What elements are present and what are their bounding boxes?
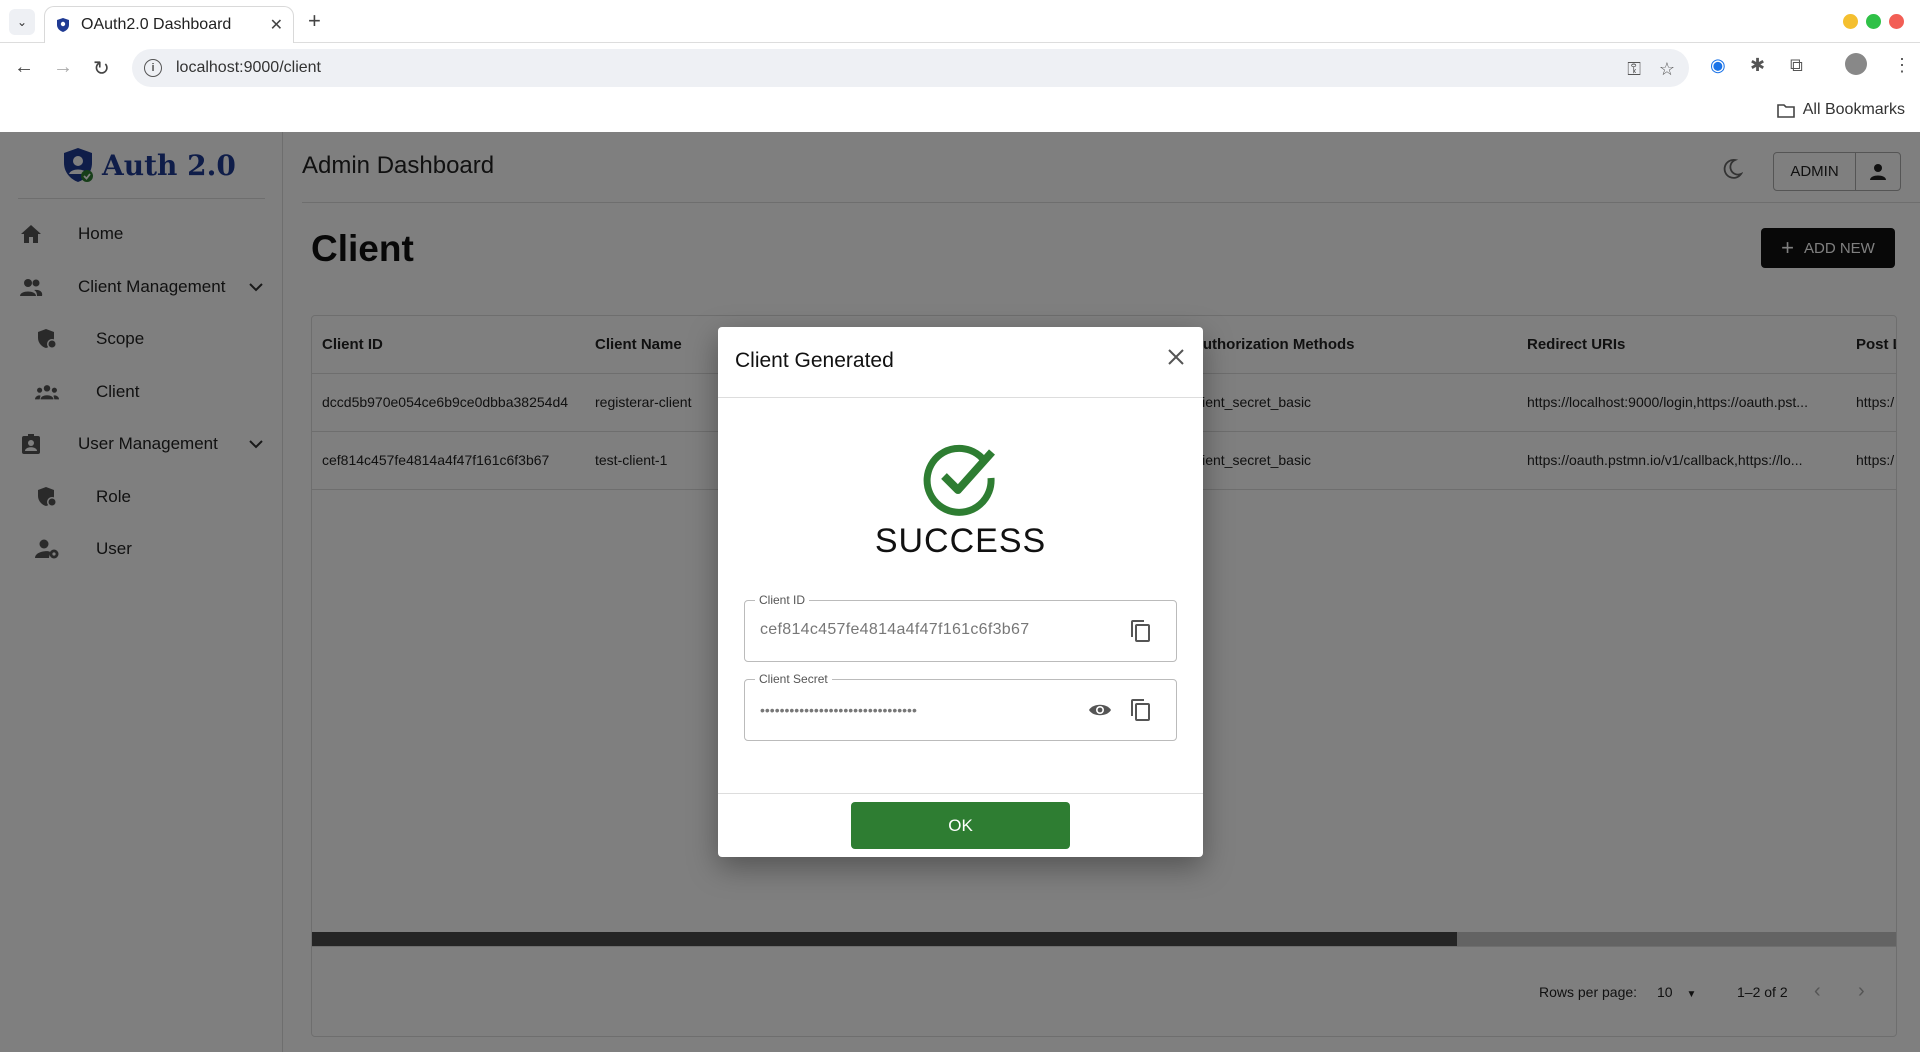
browser-tab[interactable]: OAuth2.0 Dashboard ✕ xyxy=(44,6,294,43)
browser-tabstrip: ⌄ OAuth2.0 Dashboard ✕ + xyxy=(0,0,1920,43)
browser-menu-icon[interactable]: ⋮ xyxy=(1893,55,1911,76)
all-bookmarks-button[interactable]: All Bookmarks xyxy=(1776,101,1905,119)
site-info-icon[interactable]: i xyxy=(144,59,162,77)
folder-icon xyxy=(1776,103,1795,118)
screen-capture-icon[interactable]: ◉ xyxy=(1710,55,1726,76)
extensions-puzzle-icon[interactable]: ⧉ xyxy=(1790,55,1803,76)
minimize-button[interactable] xyxy=(1843,14,1858,29)
tab-title: OAuth2.0 Dashboard xyxy=(81,16,232,33)
key-icon[interactable]: ⚿ xyxy=(1627,59,1641,80)
copy-icon[interactable] xyxy=(1127,618,1153,644)
dialog-divider xyxy=(718,397,1203,398)
close-window-button[interactable] xyxy=(1889,14,1904,29)
client-generated-dialog: Client Generated SUCCESS Client ID cef81… xyxy=(718,327,1203,857)
new-tab-button[interactable]: + xyxy=(308,8,321,34)
tab-search-button[interactable]: ⌄ xyxy=(9,9,35,35)
maximize-button[interactable] xyxy=(1866,14,1881,29)
tab-close-icon[interactable]: ✕ xyxy=(270,15,283,35)
reload-icon[interactable]: ↻ xyxy=(93,56,110,81)
client-id-label: Client ID xyxy=(755,593,810,607)
visibility-eye-icon[interactable] xyxy=(1087,697,1113,723)
client-secret-field[interactable]: Client Secret ••••••••••••••••••••••••••… xyxy=(744,672,1177,741)
bookmarks-bar: All Bookmarks xyxy=(0,93,1920,132)
address-bar[interactable]: i localhost:9000/client ⚿ ☆ xyxy=(132,49,1689,87)
all-bookmarks-label: All Bookmarks xyxy=(1802,101,1905,118)
ok-button[interactable]: OK xyxy=(851,802,1070,849)
copy-icon[interactable] xyxy=(1127,697,1153,723)
success-text: SUCCESS xyxy=(874,522,1047,560)
profile-avatar[interactable] xyxy=(1845,53,1867,75)
client-secret-value: •••••••••••••••••••••••••••••••• xyxy=(760,702,917,718)
dialog-divider xyxy=(718,793,1203,794)
forward-icon[interactable]: → xyxy=(53,56,73,79)
browser-toolbar: ← → ↻ i localhost:9000/client ⚿ ☆ ◉ ✱ ⧉ … xyxy=(0,43,1920,93)
extension-bug-icon[interactable]: ✱ xyxy=(1750,55,1765,76)
client-secret-label: Client Secret xyxy=(755,672,832,686)
bookmark-star-icon[interactable]: ☆ xyxy=(1659,59,1675,80)
url-text: localhost:9000/client xyxy=(176,59,321,76)
back-icon[interactable]: ← xyxy=(14,56,34,79)
success-check-icon xyxy=(923,444,995,516)
dialog-title: Client Generated xyxy=(735,349,894,372)
client-id-field[interactable]: Client ID cef814c457fe4814a4f47f161c6f3b… xyxy=(744,593,1177,662)
shield-favicon-icon xyxy=(57,18,69,32)
close-icon[interactable] xyxy=(1167,345,1185,373)
client-id-value: cef814c457fe4814a4f47f161c6f3b67 xyxy=(760,621,1030,638)
